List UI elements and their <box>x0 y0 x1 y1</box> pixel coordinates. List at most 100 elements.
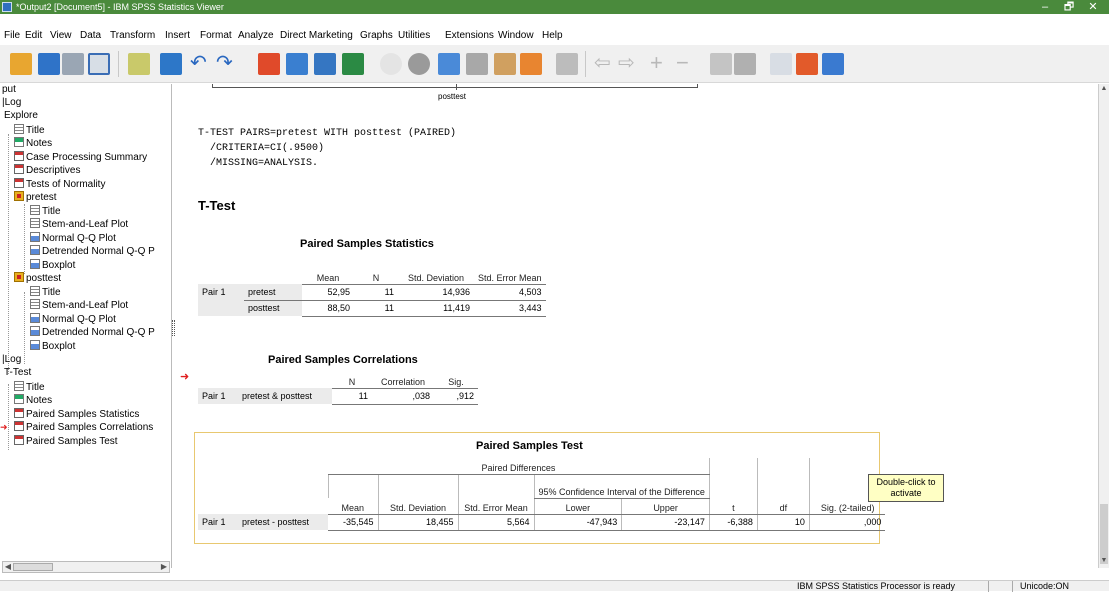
scroll-thumb[interactable] <box>13 563 53 571</box>
insert-text-icon[interactable] <box>822 53 844 75</box>
outline-item-pretest-title[interactable]: Title <box>30 205 61 217</box>
minimize-button[interactable]: – <box>1034 0 1056 14</box>
outline-item-ttest-notes[interactable]: Notes <box>14 394 52 406</box>
weight-cases-icon[interactable] <box>466 53 488 75</box>
col-header: Lower <box>533 498 622 515</box>
redo-icon[interactable]: ↷ <box>216 53 238 75</box>
split-file-icon[interactable] <box>438 53 460 75</box>
outline-item-pretest-qq[interactable]: Normal Q-Q Plot <box>30 232 116 244</box>
outline-item-output[interactable]: put <box>2 84 16 96</box>
menu-window[interactable]: Window <box>498 28 534 43</box>
recall-dialog-icon[interactable] <box>160 53 182 75</box>
toolbar: ↶ ↷ ⇦ ⇨ + − <box>0 45 1109 83</box>
outline-item-ttest[interactable]: T-Test <box>4 367 31 379</box>
open-folder-icon[interactable] <box>10 53 32 75</box>
insert-title-icon[interactable] <box>796 53 818 75</box>
goto-case-icon[interactable] <box>286 53 308 75</box>
outline-pane[interactable]: put |Log Explore Title Notes Case Proces… <box>0 84 172 568</box>
paired-corr-table[interactable]: N Correlation Sig. Pair 1 pretest & post… <box>198 372 478 405</box>
menu-analyze[interactable]: Analyze <box>238 28 274 43</box>
outline-horizontal-scrollbar[interactable]: ◀ ▶ <box>2 561 170 573</box>
outline-item-pretest[interactable]: pretest <box>14 191 57 203</box>
outline-item-case-processing[interactable]: Case Processing Summary <box>14 151 147 163</box>
title-bar[interactable]: *Output2 [Document5] - IBM SPSS Statisti… <box>0 0 1109 14</box>
goto-data-icon[interactable] <box>258 53 280 75</box>
output-vertical-scrollbar[interactable]: ▲ ▼ <box>1098 84 1109 568</box>
menu-data[interactable]: Data <box>80 28 101 43</box>
outline-item-pretest-boxplot[interactable]: Boxplot <box>30 259 75 271</box>
paired-test-table[interactable]: Paired Differences 95% Confidence Interv… <box>198 458 886 531</box>
close-button[interactable]: ✕ <box>1082 0 1104 14</box>
scroll-thumb[interactable] <box>1100 504 1108 564</box>
maximize-button[interactable]: 🗗 <box>1058 0 1080 14</box>
paired-stats-table[interactable]: Mean N Std. Deviation Std. Error Mean Pa… <box>198 256 546 317</box>
menu-file[interactable]: File <box>4 28 20 43</box>
expand-icon[interactable]: + <box>650 52 672 75</box>
outline-item-posttest[interactable]: posttest <box>14 272 61 284</box>
outline-item-paired-stats[interactable]: Paired Samples Statistics <box>14 408 139 420</box>
outline-item-title[interactable]: Title <box>14 124 45 136</box>
outline-item-ttest-title[interactable]: Title <box>14 381 45 393</box>
col-header: Correlation <box>372 372 434 389</box>
outline-item-posttest-stemleaf[interactable]: Stem-and-Leaf Plot <box>30 299 128 311</box>
hide-icon[interactable] <box>734 53 756 75</box>
outline-item-posttest-detrended[interactable]: Detrended Normal Q-Q P <box>30 326 155 338</box>
menu-transform[interactable]: Transform <box>110 28 155 43</box>
outline-item-pretest-stemleaf[interactable]: Stem-and-Leaf Plot <box>30 218 128 230</box>
menu-insert[interactable]: Insert <box>165 28 190 43</box>
undo-icon[interactable]: ↶ <box>190 53 212 75</box>
menu-help[interactable]: Help <box>542 28 563 43</box>
cell-lower: -47,943 <box>533 514 622 531</box>
print-preview-icon[interactable] <box>88 53 110 75</box>
outline-item-explore[interactable]: Explore <box>4 110 38 122</box>
menu-direct-marketing[interactable]: Direct Marketing <box>280 28 353 43</box>
chart-icon <box>30 313 40 323</box>
text-icon <box>30 299 40 309</box>
show-icon[interactable] <box>710 53 732 75</box>
designate-window-icon[interactable] <box>556 53 578 75</box>
print-icon[interactable] <box>62 53 84 75</box>
outline-item-pretest-detrended[interactable]: Detrended Normal Q-Q P <box>30 245 155 257</box>
chart-icon <box>30 340 40 350</box>
find-icon[interactable] <box>380 53 402 75</box>
axis-tick <box>456 84 457 90</box>
outline-item-posttest-qq[interactable]: Normal Q-Q Plot <box>30 313 116 325</box>
outline-item-posttest-boxplot[interactable]: Boxplot <box>30 340 75 352</box>
outline-item-log[interactable]: |Log <box>2 97 21 109</box>
scroll-right-icon[interactable]: ▶ <box>159 562 169 572</box>
menu-edit[interactable]: Edit <box>25 28 42 43</box>
scroll-up-icon[interactable]: ▲ <box>1099 84 1109 94</box>
splitter-handle[interactable] <box>172 320 175 336</box>
save-icon[interactable] <box>38 53 60 75</box>
ci-header: 95% Confidence Interval of the Differenc… <box>533 474 710 499</box>
goto-variable-icon[interactable] <box>314 53 336 75</box>
insert-heading-icon[interactable] <box>770 53 792 75</box>
outline-item-paired-corr[interactable]: Paired Samples Correlations <box>14 421 153 433</box>
demote-icon[interactable]: ⇨ <box>618 53 640 75</box>
promote-icon[interactable]: ⇦ <box>594 53 616 75</box>
cell-n: 11 <box>354 299 398 317</box>
output-pane[interactable]: posttest T-TEST PAIRS=pretest WITH postt… <box>176 84 1097 568</box>
variables-icon[interactable] <box>342 53 364 75</box>
outline-item-normality[interactable]: Tests of Normality <box>14 178 105 190</box>
cell-sig: ,000 <box>808 514 886 531</box>
scroll-down-icon[interactable]: ▼ <box>1099 556 1109 566</box>
outline-item-posttest-title[interactable]: Title <box>30 286 61 298</box>
value-labels-icon[interactable] <box>520 53 542 75</box>
export-icon[interactable] <box>128 53 150 75</box>
menu-graphs[interactable]: Graphs <box>360 28 393 43</box>
outline-item-descriptives[interactable]: Descriptives <box>14 164 80 176</box>
outline-item-notes[interactable]: Notes <box>14 137 52 149</box>
scroll-left-icon[interactable]: ◀ <box>3 562 13 572</box>
menu-view[interactable]: View <box>50 28 72 43</box>
menu-format[interactable]: Format <box>200 28 232 43</box>
collapse-icon[interactable]: − <box>676 52 698 75</box>
syntax-line-1: T-TEST PAIRS=pretest WITH posttest (PAIR… <box>198 128 457 139</box>
outline-item-paired-test[interactable]: Paired Samples Test <box>14 435 118 447</box>
menu-utilities[interactable]: Utilities <box>398 28 430 43</box>
menu-extensions[interactable]: Extensions <box>445 28 494 43</box>
cell-n: 11 <box>332 388 372 405</box>
use-sets-icon[interactable] <box>408 53 430 75</box>
select-cases-icon[interactable] <box>494 53 516 75</box>
outline-item-log2[interactable]: |Log <box>2 354 21 366</box>
